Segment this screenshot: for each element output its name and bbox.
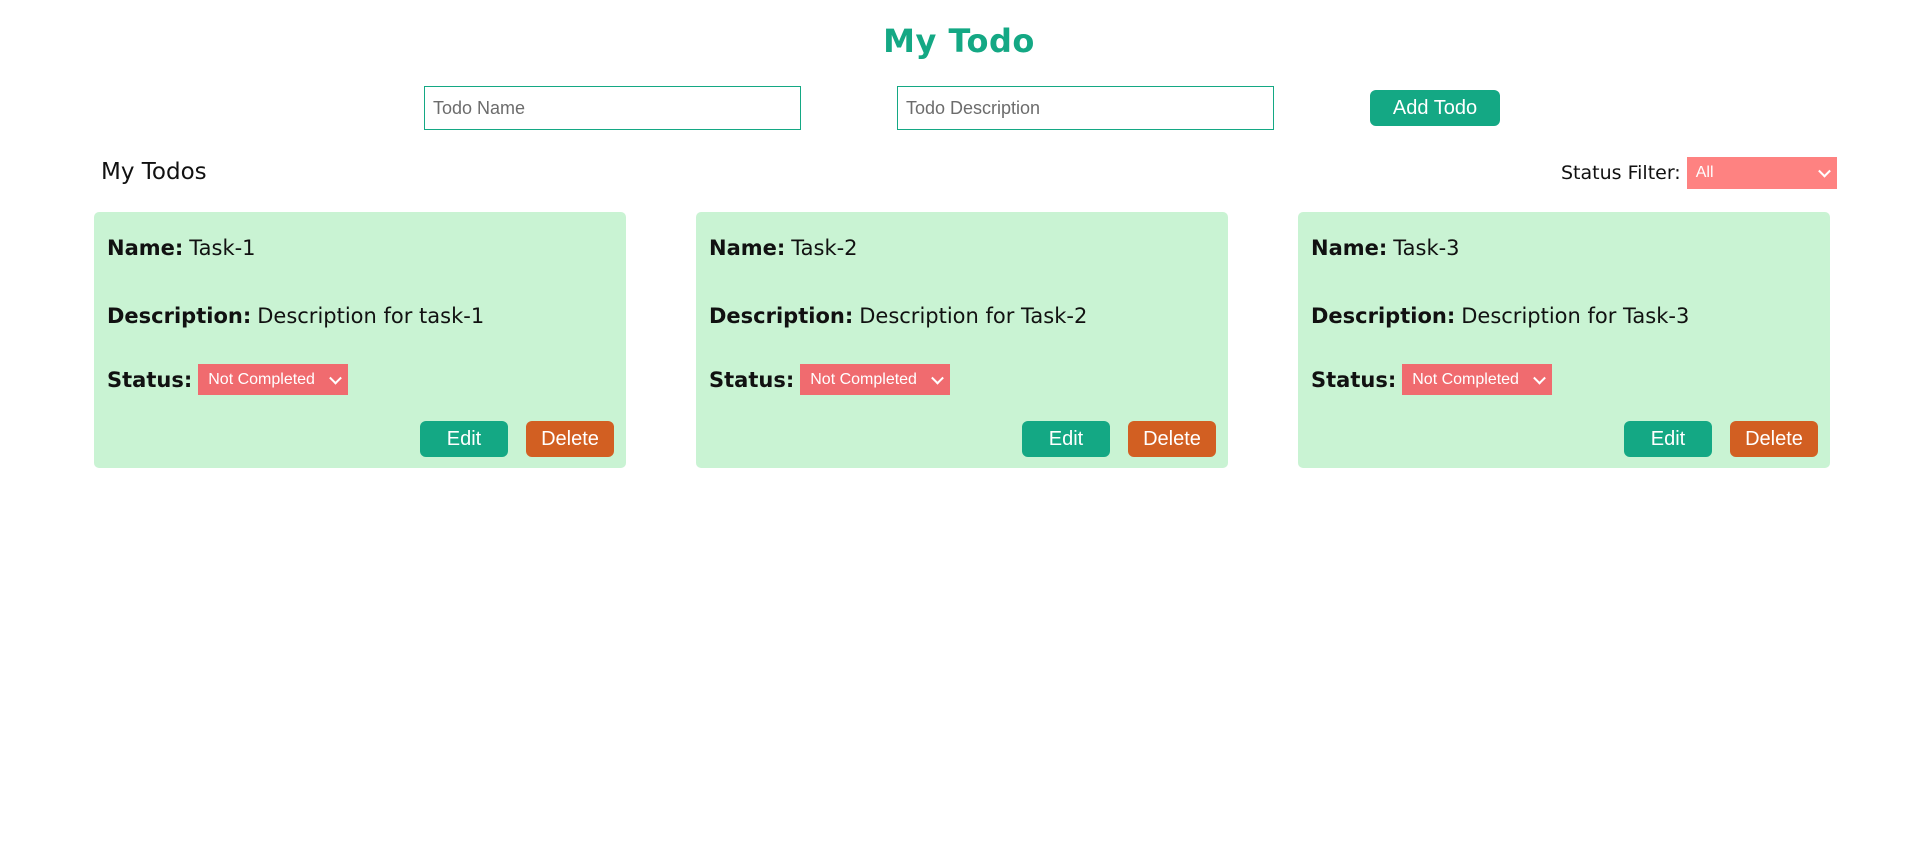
app-title: My Todo bbox=[883, 22, 1035, 60]
edit-button[interactable]: Edit bbox=[1022, 421, 1110, 457]
todo-description-value: Description for Task-3 bbox=[1461, 304, 1690, 328]
todo-description-value: Description for task-1 bbox=[257, 304, 485, 328]
edit-button[interactable]: Edit bbox=[420, 421, 508, 457]
todo-status-select[interactable]: Not Completed bbox=[800, 364, 951, 395]
todo-app-page: My Todo Add Todo My Todos Status Filter:… bbox=[0, 0, 1918, 865]
todo-name-value: Task-1 bbox=[189, 236, 256, 260]
status-filter: Status Filter: All bbox=[1561, 157, 1837, 189]
todo-description-label: Description: bbox=[709, 304, 854, 328]
todo-card: Name: Task-2 Description: Description fo… bbox=[696, 212, 1228, 468]
todo-status-select[interactable]: Not Completed bbox=[1402, 364, 1553, 395]
edit-button[interactable]: Edit bbox=[1624, 421, 1712, 457]
add-todo-button[interactable]: Add Todo bbox=[1370, 90, 1500, 126]
delete-button[interactable]: Delete bbox=[1730, 421, 1818, 457]
todo-description-input[interactable] bbox=[897, 86, 1274, 130]
todo-card: Name: Task-3 Description: Description fo… bbox=[1298, 212, 1830, 468]
todo-name-value: Task-3 bbox=[1393, 236, 1460, 260]
todos-section-title: My Todos bbox=[101, 159, 207, 185]
todo-description-row: Description: Description for task-1 bbox=[107, 304, 484, 328]
todo-status-label: Status: bbox=[709, 367, 795, 392]
chevron-down-icon bbox=[1817, 164, 1831, 178]
todo-name-label: Name: bbox=[709, 236, 786, 260]
todo-status-value: Not Completed bbox=[810, 370, 917, 388]
todo-status-label: Status: bbox=[1311, 367, 1397, 392]
chevron-down-icon bbox=[1533, 371, 1547, 385]
chevron-down-icon bbox=[329, 371, 343, 385]
todo-status-row: Status: Not Completed bbox=[1311, 364, 1553, 395]
todo-name-input[interactable] bbox=[424, 86, 801, 130]
todo-status-row: Status: Not Completed bbox=[107, 364, 349, 395]
todo-status-value: Not Completed bbox=[208, 370, 315, 388]
todo-name-label: Name: bbox=[1311, 236, 1388, 260]
todo-status-select[interactable]: Not Completed bbox=[198, 364, 349, 395]
todo-name-value: Task-2 bbox=[791, 236, 858, 260]
todo-status-label: Status: bbox=[107, 367, 193, 392]
todo-name-row: Name: Task-1 bbox=[107, 236, 256, 260]
todo-card: Name: Task-1 Description: Description fo… bbox=[94, 212, 626, 468]
todo-name-row: Name: Task-3 bbox=[1311, 236, 1460, 260]
todo-description-label: Description: bbox=[107, 304, 252, 328]
todo-description-label: Description: bbox=[1311, 304, 1456, 328]
todo-status-value: Not Completed bbox=[1412, 370, 1519, 388]
todo-description-row: Description: Description for Task-2 bbox=[709, 304, 1087, 328]
todo-name-label: Name: bbox=[107, 236, 184, 260]
delete-button[interactable]: Delete bbox=[526, 421, 614, 457]
status-filter-label: Status Filter: bbox=[1561, 162, 1681, 184]
status-filter-value: All bbox=[1695, 164, 1714, 181]
chevron-down-icon bbox=[931, 371, 945, 385]
delete-button[interactable]: Delete bbox=[1128, 421, 1216, 457]
status-filter-select[interactable]: All bbox=[1686, 157, 1837, 189]
todo-description-row: Description: Description for Task-3 bbox=[1311, 304, 1689, 328]
todo-description-value: Description for Task-2 bbox=[859, 304, 1088, 328]
todo-status-row: Status: Not Completed bbox=[709, 364, 951, 395]
todo-name-row: Name: Task-2 bbox=[709, 236, 858, 260]
